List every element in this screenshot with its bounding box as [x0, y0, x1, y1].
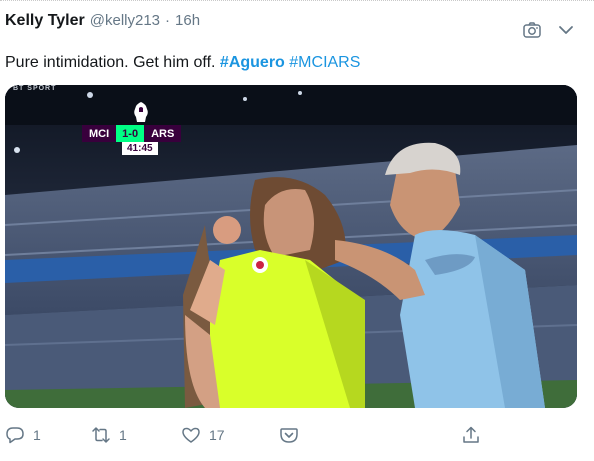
home-team: MCI [82, 125, 117, 142]
reply-action[interactable]: 1 [5, 425, 41, 445]
display-name[interactable]: Kelly Tyler [5, 12, 85, 30]
pocket-action[interactable] [279, 425, 299, 445]
tweet-actions: 1 1 17 [0, 425, 594, 451]
share-action[interactable] [461, 425, 481, 445]
retweet-count: 1 [119, 427, 127, 443]
tweet-text: Pure intimidation. Get him off. #Aguero … [5, 54, 360, 72]
tweet-header: Kelly Tyler @kelly213 · 16h [5, 12, 200, 34]
match-clock: 41:45 [122, 142, 158, 155]
header-icons [522, 20, 576, 40]
hashtag-mciars[interactable]: #MCIARS [289, 54, 360, 71]
reply-count: 1 [33, 427, 41, 443]
tweet-timestamp[interactable]: 16h [175, 12, 200, 29]
premier-league-lion-icon [134, 102, 148, 122]
tweet: Kelly Tyler @kelly213 · 16h Pure intimid… [0, 0, 594, 461]
like-icon[interactable] [181, 425, 201, 445]
chevron-down-icon[interactable] [556, 20, 576, 40]
camera-icon[interactable] [522, 20, 542, 40]
scorebug: MCI 1-0 ARS [82, 125, 182, 142]
separator-dot: · [165, 12, 171, 29]
away-team: ARS [144, 125, 182, 142]
pocket-icon[interactable] [279, 425, 299, 445]
like-count: 17 [209, 427, 225, 443]
user-handle[interactable]: @kelly213 [90, 12, 160, 29]
top-divider [0, 0, 594, 2]
tweet-video[interactable]: BT SPORT MCI 1-0 ARS 41:45 [5, 85, 577, 408]
broadcaster-watermark: BT SPORT [13, 85, 57, 92]
share-icon[interactable] [461, 425, 481, 445]
retweet-icon[interactable] [91, 425, 111, 445]
hashtag-aguero[interactable]: #Aguero [220, 54, 285, 71]
tweet-text-plain: Pure intimidation. Get him off. [5, 54, 220, 71]
reply-icon[interactable] [5, 425, 25, 445]
match-score: 1-0 [116, 125, 145, 142]
like-action[interactable]: 17 [181, 425, 225, 445]
retweet-action[interactable]: 1 [91, 425, 127, 445]
